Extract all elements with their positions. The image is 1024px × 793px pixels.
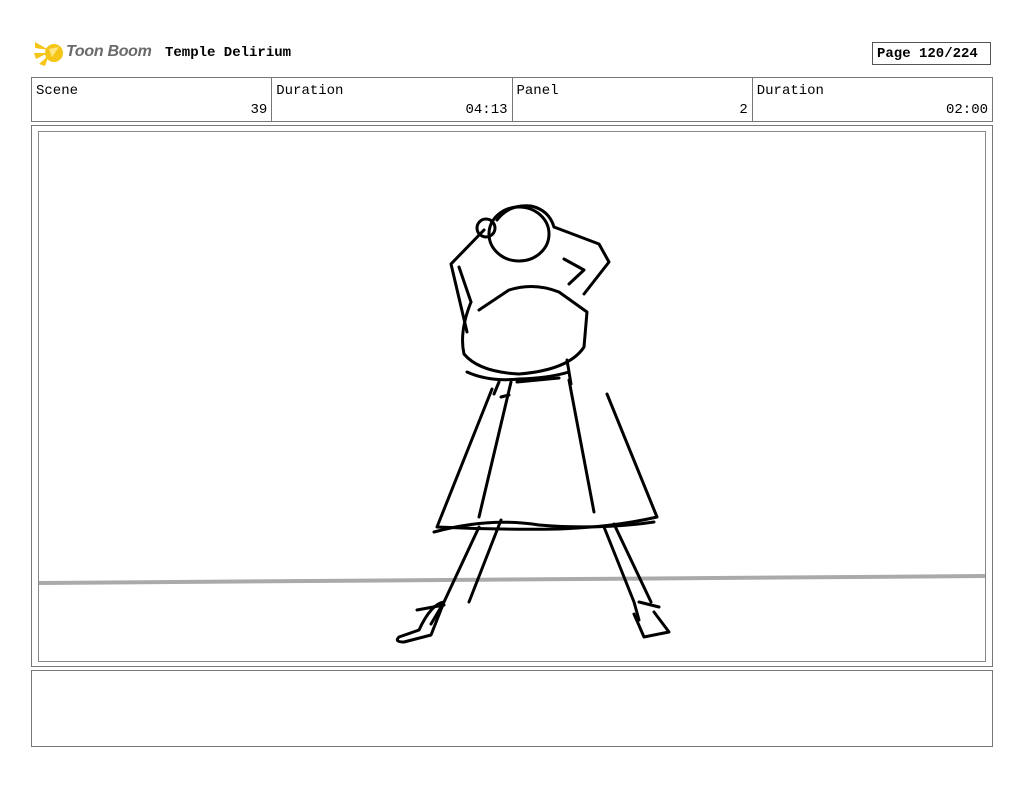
scene-duration-cell: Duration 04:13 <box>272 78 513 121</box>
scene-duration-value: 04:13 <box>465 102 508 118</box>
page-number: Page 120/224 <box>872 42 991 65</box>
scene-duration-label: Duration <box>276 83 344 99</box>
character-figure <box>395 204 671 644</box>
brand-name: Toon Boom <box>66 43 152 60</box>
scene-label: Scene <box>36 83 79 99</box>
panel-notes-box[interactable] <box>31 670 993 747</box>
panel-duration-value: 02:00 <box>945 102 988 118</box>
panel-duration-cell: Duration 02:00 <box>753 78 992 121</box>
scene-value: 39 <box>250 102 268 118</box>
character-sketch <box>39 204 985 644</box>
horizon-line <box>39 574 985 585</box>
scene-cell: Scene 39 <box>32 78 273 121</box>
panel-value: 2 <box>739 102 748 118</box>
storyboard-panel-drawing <box>38 131 986 662</box>
panel-cell: Panel 2 <box>513 78 753 121</box>
panel-label: Panel <box>516 83 559 99</box>
toon-boom-star-icon <box>34 42 63 66</box>
project-title: Temple Delirium <box>165 45 292 61</box>
storyboard-panel-frame <box>31 125 993 667</box>
panel-info-row: Scene 39 Duration 04:13 Panel 2 Duration… <box>31 77 993 122</box>
toon-boom-logo: Toon Boom <box>33 38 158 68</box>
panel-duration-label: Duration <box>756 83 824 99</box>
